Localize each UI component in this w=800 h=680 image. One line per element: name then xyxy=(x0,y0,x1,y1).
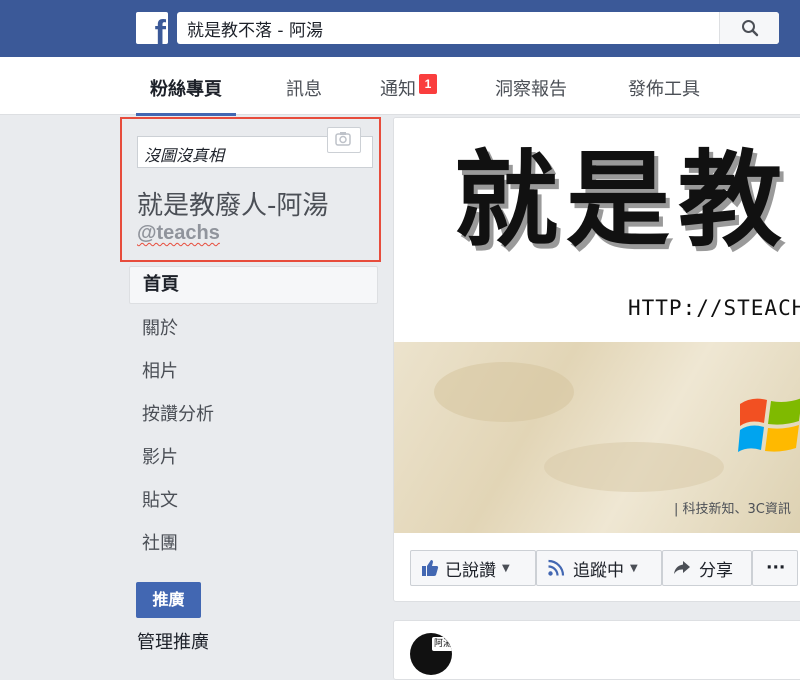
promote-button[interactable]: 推廣 xyxy=(136,582,201,618)
page-name: 就是教廢人-阿湯 xyxy=(137,191,329,221)
windows-logo-icon xyxy=(738,398,800,452)
search-icon xyxy=(741,20,758,37)
profile-highlight-box: 沒圖沒真相 就是教廢人-阿湯 @teachs xyxy=(120,117,381,262)
cover-url-text: HTTP://STEACH xyxy=(628,296,800,320)
sidebar-item-likes[interactable]: 按讚分析 xyxy=(129,395,378,438)
tab-page[interactable]: 粉絲專頁 xyxy=(136,57,236,116)
search-box xyxy=(177,12,779,44)
cover-title-text: 就是教 xyxy=(454,139,791,261)
tab-publishing-tools[interactable]: 發佈工具 xyxy=(628,57,700,115)
search-input[interactable] xyxy=(177,12,717,44)
avatar[interactable]: 阿湯 xyxy=(410,633,452,675)
manage-promotions-link[interactable]: 管理推廣 xyxy=(137,628,209,654)
sidebar-item-photos[interactable]: 相片 xyxy=(129,352,378,395)
page-sidebar-nav: 首頁 關於 相片 按讚分析 影片 貼文 社團 xyxy=(129,266,378,567)
sidebar-item-posts[interactable]: 貼文 xyxy=(129,481,378,524)
post-card: 阿湯 xyxy=(393,620,800,680)
following-button[interactable]: 追蹤中 ▼ xyxy=(536,550,662,586)
liked-button[interactable]: 已說讚 ▼ xyxy=(410,550,536,586)
camera-icon[interactable] xyxy=(327,127,361,153)
tab-inbox[interactable]: 訊息 xyxy=(286,57,322,115)
notification-badge: 1 xyxy=(419,74,437,94)
share-button[interactable]: 分享 xyxy=(662,550,752,586)
page-username[interactable]: @teachs xyxy=(137,222,220,245)
cover-texture xyxy=(544,442,724,492)
cover-card: 就是教 HTTP://STEACH | 科技新知、3C資訊 已說讚 ▼ 追蹤中 … xyxy=(393,117,800,602)
facebook-logo[interactable]: f xyxy=(136,12,168,44)
chevron-down-icon: ▼ xyxy=(630,562,638,574)
cover-tagline: | 科技新知、3C資訊 xyxy=(674,502,791,517)
share-arrow-icon xyxy=(674,561,690,574)
chevron-down-icon: ▼ xyxy=(502,562,510,574)
tab-insights[interactable]: 洞察報告 xyxy=(495,57,567,115)
sidebar-item-home[interactable]: 首頁 xyxy=(129,266,378,304)
top-navigation-bar: f xyxy=(0,0,800,57)
cover-photo[interactable]: 就是教 HTTP://STEACH | 科技新知、3C資訊 xyxy=(394,118,800,533)
profile-picture-alt-text: 沒圖沒真相 xyxy=(144,146,225,165)
sidebar-item-videos[interactable]: 影片 xyxy=(129,438,378,481)
more-options-button[interactable]: ··· xyxy=(752,550,798,586)
tab-notifications[interactable]: 通知 1 xyxy=(380,57,437,115)
thumbs-up-icon xyxy=(422,560,439,576)
sidebar-item-groups[interactable]: 社團 xyxy=(129,524,378,567)
rss-icon xyxy=(548,559,565,576)
cover-background: | 科技新知、3C資訊 xyxy=(394,342,800,533)
page-tabs-bar: 粉絲專頁 訊息 通知 1 洞察報告 發佈工具 xyxy=(0,57,800,116)
search-button[interactable] xyxy=(719,12,779,44)
sidebar-item-about[interactable]: 關於 xyxy=(129,309,378,352)
cover-texture xyxy=(434,362,574,422)
more-icon: ··· xyxy=(766,558,786,578)
